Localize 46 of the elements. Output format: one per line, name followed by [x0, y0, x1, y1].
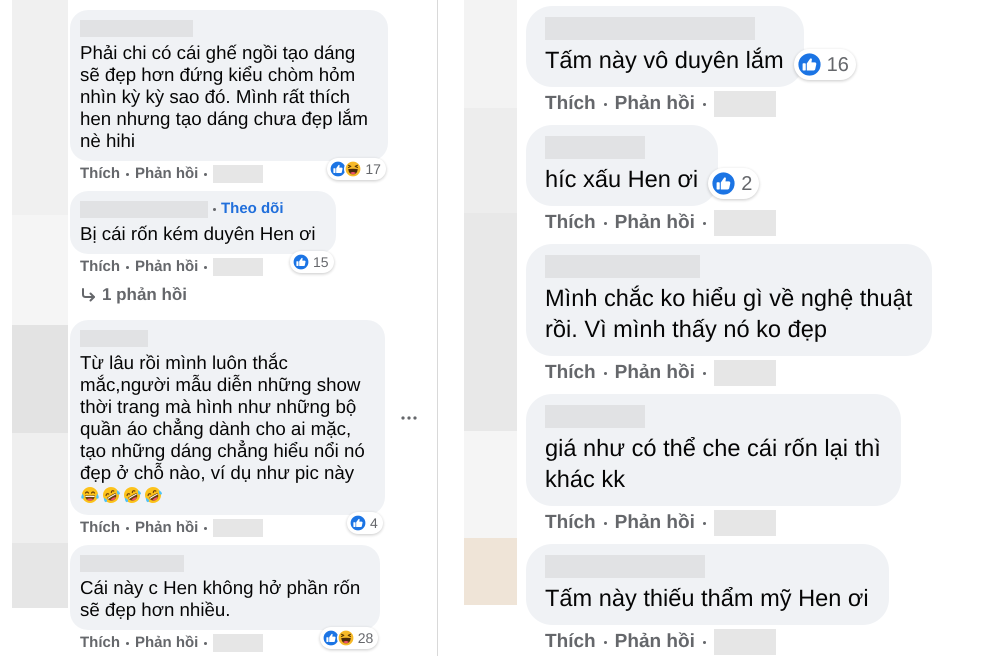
like-link[interactable]: Thích: [545, 211, 596, 235]
redaction-block: [714, 210, 776, 236]
reply-link[interactable]: Phản hồi: [135, 634, 198, 652]
reply-link[interactable]: Phản hồi: [614, 361, 695, 385]
redaction-block: [714, 510, 776, 536]
like-link[interactable]: Thích: [80, 634, 120, 652]
comment-text: giá như có thể che cái rốn lại thì khác kk: [545, 435, 881, 495]
comment-text: Mình chắc ko hiểu gì về nghệ thuật rồi. Vì mình thấy nó ko đẹp: [545, 284, 912, 345]
reply-link[interactable]: Phản hồi: [135, 165, 198, 183]
redaction-block: [714, 360, 776, 386]
reply-link[interactable]: Phản hồi: [135, 519, 198, 537]
like-link[interactable]: Thích: [80, 519, 120, 537]
reaction-count: 28: [358, 629, 374, 647]
like-link[interactable]: Thích: [545, 361, 596, 385]
like-link[interactable]: Thích: [545, 630, 596, 654]
redaction-block: [213, 165, 264, 183]
comment-text: híc xấu Hen ơi: [545, 166, 698, 195]
redaction-block: [213, 258, 264, 276]
like-link[interactable]: Thích: [545, 511, 596, 535]
comment-text: Bị cái rốn kém duyên Hen ơi: [80, 223, 316, 245]
view-replies-link[interactable]: 1 phản hồi: [80, 286, 187, 304]
follow-link[interactable]: Theo dõi: [221, 198, 284, 220]
comment-text: Phải chi có cái ghế ngồi tạo dáng sẽ đẹp hơn đứng kiểu chòm hỏm nhìn kỳ kỳ sao đó. Mình rất thích hen nhưng tạo dáng chưa đẹp lắm nè hihi: [80, 42, 368, 152]
reply-link[interactable]: Phản hồi: [614, 211, 695, 235]
like-link[interactable]: Thích: [80, 165, 120, 183]
reaction-count: 2: [741, 172, 752, 196]
comment-text: Tấm này thiếu thẩm mỹ Hen ơi: [545, 585, 869, 614]
like-link[interactable]: Thích: [545, 92, 596, 116]
reply-arrow-icon: [80, 288, 96, 302]
reaction-count: 15: [313, 253, 329, 271]
reply-link[interactable]: Phản hồi: [135, 258, 198, 276]
reaction-count: 17: [365, 160, 381, 178]
reply-link[interactable]: Phản hồi: [614, 630, 695, 654]
reaction-count: 16: [826, 52, 849, 76]
reaction-count: 4: [370, 514, 378, 532]
redaction-block: [714, 91, 776, 117]
redaction-block: [714, 629, 776, 655]
comment-text: Từ lâu rồi mình luôn thắc mắc,người mẫu diễn những show thời trang mà hình như những bộ quần áo chẳng dành cho ai mặc, tạo những dáng chẳng hiểu nổi nó đẹp ở chỗ nào, ví dụ như pic này: [80, 352, 365, 484]
comment-text: Tấm này vô duyên lắm: [545, 46, 784, 76]
comment-text: Cái này c Hen không hở phần rốn sẽ đẹp hơn nhiều.: [80, 577, 360, 621]
reply-link[interactable]: Phản hồi: [614, 92, 695, 116]
like-link[interactable]: Thích: [80, 258, 120, 276]
more-options-icon[interactable]: [400, 416, 417, 420]
reply-link[interactable]: Phản hồi: [614, 511, 695, 535]
redaction-block: [213, 634, 264, 652]
redaction-block: [213, 519, 264, 537]
